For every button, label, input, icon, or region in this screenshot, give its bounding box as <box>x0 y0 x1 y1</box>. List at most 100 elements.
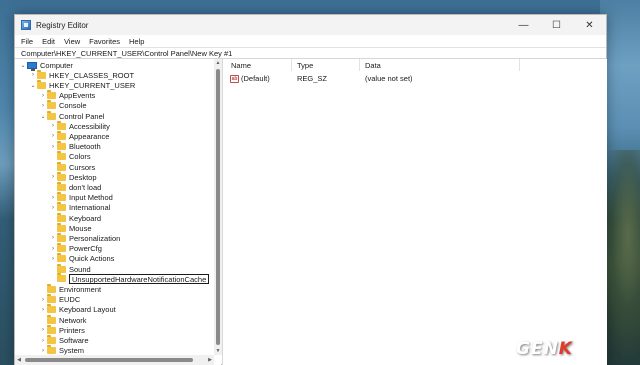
folder-icon <box>57 232 66 242</box>
folder-icon <box>57 192 66 202</box>
tree-item-personalization[interactable]: › Personalization <box>49 232 120 243</box>
chevron-right-icon[interactable]: › <box>49 195 57 201</box>
chevron-down-icon[interactable]: ⌄ <box>19 62 27 69</box>
tree-item-keyboard-layout[interactable]: › Keyboard Layout <box>39 304 116 315</box>
menu-file[interactable]: File <box>21 37 33 46</box>
tree-item-appevents[interactable]: › AppEvents <box>39 90 95 101</box>
column-header-type[interactable]: Type <box>292 59 360 71</box>
menu-help[interactable]: Help <box>129 37 144 46</box>
chevron-right-icon[interactable]: › <box>49 133 57 139</box>
tree-item-new-key[interactable]: UnsupportedHardwareNotificationCache <box>49 273 210 284</box>
tree-item-international[interactable]: › International <box>49 202 111 213</box>
folder-icon <box>57 151 66 161</box>
title-bar: Registry Editor — ☐ ✕ <box>15 15 606 35</box>
tree-label: System <box>59 346 85 356</box>
column-header-data[interactable]: Data <box>360 59 520 71</box>
minimize-button[interactable]: — <box>507 15 540 35</box>
tree-item-console[interactable]: › Console <box>39 100 87 111</box>
tree-item-input-method[interactable]: › Input Method <box>49 192 113 203</box>
scroll-down-icon[interactable]: ▼ <box>214 347 222 355</box>
tree-label: Input Method <box>69 193 113 203</box>
folder-icon <box>47 110 56 120</box>
tree-item-cursors[interactable]: Cursors <box>49 161 95 172</box>
tree-label: don't load <box>69 182 102 192</box>
tree-item-computer[interactable]: ⌄ Computer <box>19 60 73 71</box>
rename-key-input[interactable]: UnsupportedHardwareNotificationCache <box>69 273 210 284</box>
scroll-right-icon[interactable]: ▶ <box>206 355 214 365</box>
tree-label: Bluetooth <box>69 142 101 152</box>
tree-item-environment[interactable]: Environment <box>39 284 101 295</box>
value-type: REG_SZ <box>297 74 328 83</box>
folder-icon <box>57 222 66 232</box>
column-header-name[interactable]: Name <box>226 59 292 71</box>
chevron-right-icon[interactable]: › <box>39 93 47 99</box>
tree-item-colors[interactable]: Colors <box>49 151 91 162</box>
chevron-right-icon[interactable]: › <box>49 174 57 180</box>
tree-vertical-scrollbar[interactable]: ▲ ▼ <box>214 59 222 355</box>
tree-item-control-panel[interactable]: ⌄ Control Panel <box>39 110 104 121</box>
folder-icon <box>57 212 66 222</box>
menu-edit[interactable]: Edit <box>42 37 55 46</box>
tree-label: PowerCfg <box>69 244 102 254</box>
maximize-button[interactable]: ☐ <box>540 15 573 35</box>
chevron-right-icon[interactable]: › <box>49 246 57 252</box>
scroll-up-icon[interactable]: ▲ <box>214 59 222 67</box>
reg-string-icon: ab <box>230 74 239 83</box>
window-title: Registry Editor <box>36 20 89 30</box>
address-bar[interactable]: Computer\HKEY_CURRENT_USER\Control Panel… <box>15 47 606 59</box>
chevron-right-icon[interactable]: › <box>49 144 57 150</box>
chevron-right-icon[interactable]: › <box>39 297 47 303</box>
tree-item-dont-load[interactable]: don't load <box>49 181 102 192</box>
scroll-left-icon[interactable]: ◀ <box>15 355 23 365</box>
tree-item-keyboard[interactable]: Keyboard <box>49 212 101 223</box>
tree-item-desktop[interactable]: › Desktop <box>49 171 97 182</box>
chevron-down-icon[interactable]: ⌄ <box>29 82 37 89</box>
menu-view[interactable]: View <box>64 37 80 46</box>
registry-tree: ⌄ Computer › HKEY_CLASSES_ROOT ⌄ HKEY_CU… <box>15 59 221 365</box>
tree-item-printers[interactable]: › Printers <box>39 324 85 335</box>
window-controls: — ☐ ✕ <box>507 15 606 35</box>
chevron-right-icon[interactable]: › <box>49 205 57 211</box>
folder-icon <box>57 243 66 253</box>
tree-item-mouse[interactable]: Mouse <box>49 222 92 233</box>
chevron-right-icon[interactable]: › <box>39 103 47 109</box>
tree-item-powercfg[interactable]: › PowerCfg <box>49 243 102 254</box>
folder-icon <box>47 294 56 304</box>
chevron-right-icon[interactable]: › <box>49 123 57 129</box>
scroll-thumb[interactable] <box>25 358 193 362</box>
folder-icon <box>57 171 66 181</box>
chevron-right-icon[interactable]: › <box>49 235 57 241</box>
folder-icon <box>37 79 46 89</box>
tree-label: International <box>69 203 111 213</box>
list-item[interactable]: ab (Default) REG_SZ (value not set) <box>226 73 607 84</box>
tree-item-accessibility[interactable]: › Accessibility <box>49 120 110 131</box>
folder-icon <box>47 314 56 324</box>
chevron-right-icon[interactable]: › <box>39 327 47 333</box>
tree-item-hkcr[interactable]: › HKEY_CLASSES_ROOT <box>29 69 134 80</box>
tree-item-quick-actions[interactable]: › Quick Actions <box>49 253 115 264</box>
chevron-right-icon[interactable]: › <box>49 256 57 262</box>
tree-item-network[interactable]: Network <box>39 314 87 325</box>
computer-icon <box>27 61 37 71</box>
tree-horizontal-scrollbar[interactable]: ◀ ▶ <box>15 355 214 365</box>
menu-favorites[interactable]: Favorites <box>89 37 120 46</box>
folder-icon <box>47 284 56 294</box>
close-button[interactable]: ✕ <box>573 15 606 35</box>
chevron-right-icon[interactable]: › <box>39 338 47 344</box>
tree-item-appearance[interactable]: › Appearance <box>49 130 109 141</box>
scroll-thumb[interactable] <box>216 69 220 345</box>
chevron-right-icon[interactable]: › <box>29 72 37 78</box>
folder-icon <box>47 90 56 100</box>
chevron-right-icon[interactable]: › <box>39 348 47 354</box>
folder-icon <box>57 141 66 151</box>
tree-item-bluetooth[interactable]: › Bluetooth <box>49 141 101 152</box>
tree-item-hkcu[interactable]: ⌄ HKEY_CURRENT_USER <box>29 79 135 90</box>
tree-label: Software <box>59 336 89 346</box>
tree-item-software[interactable]: › Software <box>39 335 89 346</box>
folder-icon <box>57 120 66 130</box>
tree-item-eudc[interactable]: › EUDC <box>39 294 80 305</box>
chevron-right-icon[interactable]: › <box>39 307 47 313</box>
tree-label: Quick Actions <box>69 254 115 264</box>
chevron-down-icon[interactable]: ⌄ <box>39 113 47 120</box>
registry-editor-window: Registry Editor — ☐ ✕ File Edit View Fav… <box>14 14 607 365</box>
